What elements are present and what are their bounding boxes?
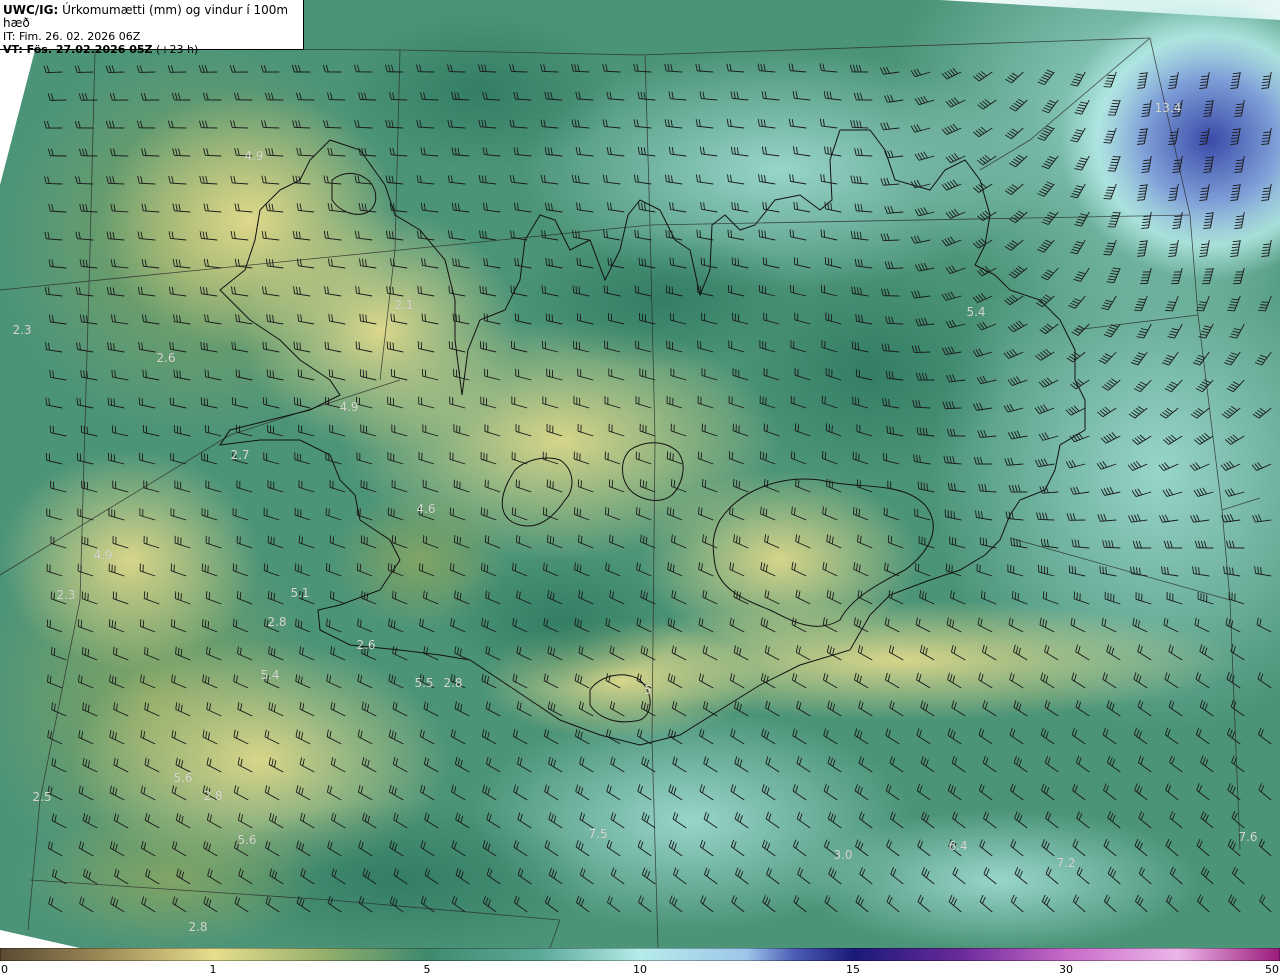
value-label: 2.8 <box>203 789 223 803</box>
value-label: 7.5 <box>588 827 608 841</box>
value-label: 2.7 <box>230 448 250 462</box>
value-label: 2.1 <box>394 298 414 312</box>
value-label: 5.5 <box>414 676 434 690</box>
value-label: 7.6 <box>1238 830 1258 844</box>
value-label: 5.6 <box>173 771 193 785</box>
valid-time: VT: Fös. 27.02.2026 05Z <box>3 43 153 56</box>
map-title-box: UWC/IG: Úrkomumætti (mm) og vindur í 100… <box>0 0 304 56</box>
colorbar-tick: 1 <box>209 963 217 976</box>
product-name: UWC/IG: <box>3 3 59 17</box>
initial-time: IT: Fim. 26. 02. 2026 06Z <box>3 30 141 43</box>
value-label: 3.0 <box>833 848 853 862</box>
value-label: 2.8 <box>188 920 208 934</box>
colorbar-tick: 5 <box>423 963 431 976</box>
value-label: 5.6 <box>237 833 257 847</box>
value-label: 2.8 <box>267 615 287 629</box>
value-label: 5 <box>644 683 652 697</box>
precipitation-wind-map <box>0 0 1280 948</box>
title-line: UWC/IG: Úrkomumætti (mm) og vindur í 100… <box>3 4 303 30</box>
value-label: 2.6 <box>356 638 376 652</box>
colorbar <box>0 948 1280 961</box>
value-label: 7.2 <box>1056 856 1076 870</box>
value-label: 4.9 <box>244 149 264 163</box>
value-label: 2.5 <box>32 790 52 804</box>
value-label: 4.9 <box>93 548 113 562</box>
colorbar-tick: 0 <box>1 963 8 976</box>
value-label: 5.1 <box>290 586 310 600</box>
colorbar-tick: 50 <box>1265 963 1279 976</box>
value-label: 13.4 <box>1154 101 1182 115</box>
colorbar-tick: 10 <box>633 963 647 976</box>
value-label: 2.3 <box>12 323 32 337</box>
value-label: 4.9 <box>339 400 359 414</box>
colorbar-tick: 15 <box>846 963 860 976</box>
value-label: 2.6 <box>156 351 176 365</box>
value-label: 2.3 <box>56 588 76 602</box>
colorbar-tick: 30 <box>1059 963 1073 976</box>
value-label: 4.6 <box>416 502 436 516</box>
value-label: 5.4 <box>966 305 986 319</box>
value-label: 2.8 <box>443 676 463 690</box>
value-label: 5.4 <box>260 668 280 682</box>
forecast-hour: (+23 h) <box>156 43 199 56</box>
valid-time-line: VT: Fös. 27.02.2026 05Z (+23 h) <box>3 43 303 56</box>
value-label: 6.4 <box>948 839 968 853</box>
